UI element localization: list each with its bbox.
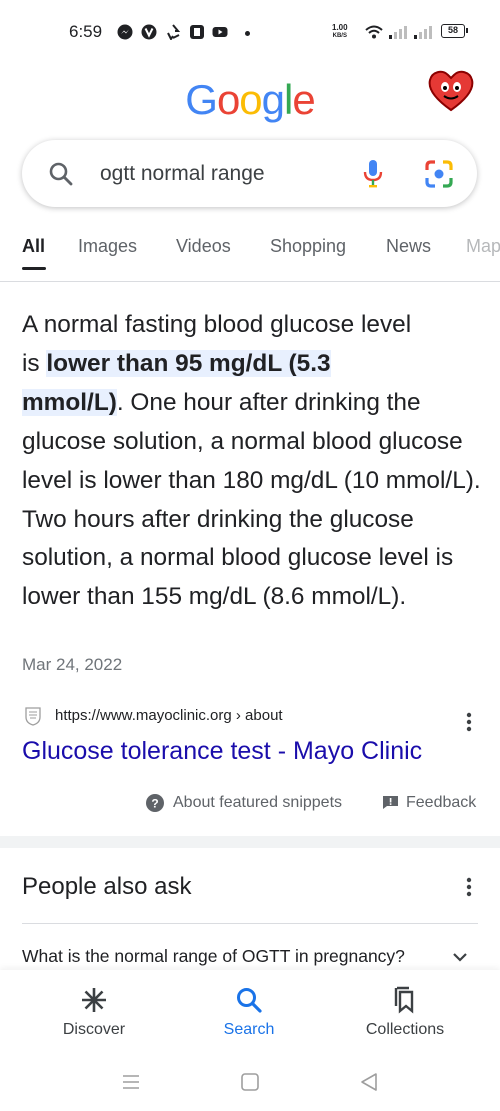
logo-letter: e — [292, 76, 315, 123]
nav-collections-label: Collections — [365, 1021, 445, 1038]
paa-divider — [22, 923, 478, 924]
status-bar: 6:59 1.00 KB/S 58 — [0, 0, 500, 66]
asterisk-icon — [82, 988, 106, 1012]
about-featured-snippets-link[interactable]: About featured snippets — [173, 794, 342, 812]
logo-letter: o — [239, 76, 262, 123]
nav-search[interactable]: Search — [179, 970, 319, 1050]
feedback-icon[interactable] — [382, 795, 399, 810]
mic-icon[interactable] — [360, 158, 386, 190]
nav-collections[interactable]: Collections — [335, 970, 475, 1050]
more-vert-icon[interactable] — [466, 712, 472, 732]
bottom-navigation: Discover Search Collections — [0, 970, 500, 1050]
wifi-icon — [365, 25, 383, 39]
tabs-divider — [0, 281, 500, 282]
nav-discover[interactable]: Discover — [24, 970, 164, 1050]
tab-maps[interactable]: Map — [466, 236, 500, 257]
net-speed-unit: KB/S — [332, 33, 347, 39]
more-notifications-dot — [245, 31, 250, 36]
snippet-highlight: lower than 95 mg/dL (5.3 — [46, 349, 331, 377]
search-icon — [237, 988, 262, 1013]
tab-shopping[interactable]: Shopping — [270, 236, 346, 257]
search-input[interactable]: ogtt normal range — [100, 162, 265, 186]
home-icon[interactable] — [240, 1072, 260, 1092]
featured-snippet-text: A normal fasting blood glucose level is l… — [22, 306, 482, 617]
search-box[interactable]: ogtt normal range — [22, 140, 477, 207]
tab-all[interactable]: All — [22, 236, 45, 257]
tab-images[interactable]: Images — [78, 236, 137, 257]
bookmark-stack-icon — [394, 986, 414, 1014]
snippet-body: . One hour after drinking the glucose so… — [22, 388, 481, 611]
result-source-url[interactable]: https://www.mayoclinic.org › about — [55, 707, 283, 724]
photo-app-icon — [190, 25, 204, 39]
paa-question[interactable]: What is the normal range of OGTT in preg… — [22, 946, 405, 967]
avatar[interactable] — [426, 66, 476, 114]
recycle-icon — [167, 24, 181, 40]
tab-active-indicator — [22, 267, 46, 270]
google-logo[interactable]: Google — [0, 76, 500, 124]
result-title-link[interactable]: Glucose tolerance test - Mayo Clinic — [22, 737, 422, 766]
chevron-down-icon[interactable] — [452, 950, 468, 964]
snippet-date: Mar 24, 2022 — [22, 655, 123, 674]
mayo-clinic-favicon — [25, 707, 41, 726]
section-separator — [0, 836, 500, 848]
status-time: 6:59 — [69, 22, 103, 41]
logo-letter: g — [261, 76, 285, 123]
tab-news[interactable]: News — [386, 236, 431, 257]
lens-icon[interactable] — [424, 159, 454, 189]
net-speed: 1.00 KB/S — [332, 24, 348, 40]
people-also-ask-title: People also ask — [22, 873, 192, 900]
snippet-line-1: A normal fasting blood glucose level — [22, 311, 412, 338]
tab-videos[interactable]: Videos — [176, 236, 231, 257]
youtube-icon — [212, 27, 228, 37]
battery-icon: 58 — [441, 24, 468, 38]
snippet-line-2-prefix: is — [22, 349, 47, 377]
logo-letter: o — [216, 76, 240, 123]
nav-discover-label: Discover — [62, 1021, 126, 1038]
help-icon[interactable]: ? — [146, 794, 164, 812]
nav-search-label: Search — [223, 1021, 275, 1038]
messenger-icon — [117, 24, 133, 40]
feedback-link[interactable]: Feedback — [406, 794, 476, 812]
system-navigation-bar — [0, 1050, 500, 1111]
svg-text:?: ? — [151, 797, 158, 811]
search-icon[interactable] — [48, 161, 74, 187]
logo-letter: G — [185, 76, 218, 123]
signal-icon — [414, 26, 432, 39]
net-speed-value: 1.00 — [332, 23, 348, 32]
back-icon[interactable] — [359, 1072, 379, 1092]
recent-apps-icon[interactable] — [121, 1072, 141, 1092]
snippet-highlight-continued: mmol/L) — [22, 388, 117, 416]
more-vert-icon[interactable] — [466, 877, 472, 897]
signal-icon — [389, 26, 407, 39]
search-tabs: All Images Videos Shopping News Map — [0, 236, 500, 270]
battery-level: 58 — [447, 25, 458, 35]
vpn-icon — [141, 24, 157, 40]
